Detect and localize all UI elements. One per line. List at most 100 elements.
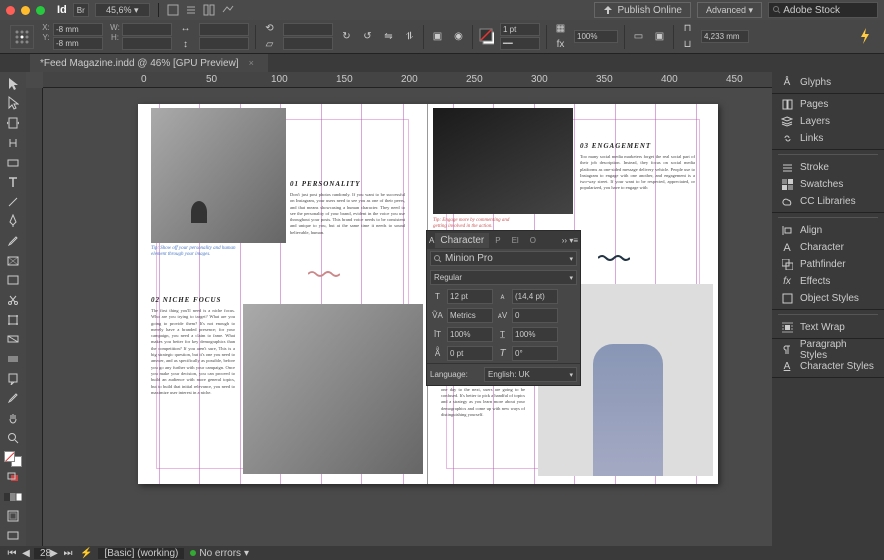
page-nav[interactable]: ⏮◀28▶⏭ — [6, 548, 74, 559]
panel-layers[interactable]: Layers — [772, 113, 884, 130]
hand-tool[interactable] — [2, 408, 24, 428]
fill-stroke-swatch[interactable] — [4, 451, 22, 467]
character-tab[interactable]: Character — [435, 233, 489, 248]
pen-tool[interactable] — [2, 212, 24, 232]
vertical-ruler[interactable] — [26, 88, 43, 546]
rotate-90-ccw[interactable]: ↺ — [360, 29, 375, 44]
horizontal-ruler[interactable]: 0 50 100 150 200 250 300 350 400 450 — [43, 72, 772, 88]
page-tool[interactable] — [2, 113, 24, 133]
image-road-bridge[interactable] — [243, 304, 423, 474]
close-tab-icon[interactable]: × — [249, 58, 254, 68]
panel-text-wrap[interactable]: Text Wrap — [772, 319, 884, 336]
gap-tool[interactable] — [2, 133, 24, 153]
panel-tab-o[interactable]: O — [525, 234, 541, 247]
apply-color-icon[interactable] — [2, 487, 24, 507]
arrange-icon[interactable] — [203, 4, 215, 16]
panel-cc-libraries[interactable]: CC Libraries — [772, 193, 884, 210]
h-field[interactable] — [122, 37, 172, 50]
rectangle-frame-tool[interactable] — [2, 251, 24, 271]
page-field[interactable]: 28 — [34, 548, 46, 559]
pasteboard[interactable]: Tip: Show off your personality and human… — [43, 88, 772, 546]
panel-effects[interactable]: fxEffects — [772, 273, 884, 290]
font-family-dropdown[interactable]: Minion Pro — [430, 251, 577, 266]
format-container-icon[interactable] — [2, 467, 24, 487]
view-mode-icon[interactable] — [167, 4, 179, 16]
y-field[interactable]: -8 mm — [53, 37, 103, 50]
effects-icon[interactable]: fx — [553, 37, 568, 52]
hscale-field[interactable]: 100% — [512, 327, 558, 342]
minimize-window[interactable] — [21, 6, 30, 15]
gradient-swatch-tool[interactable] — [2, 330, 24, 350]
rotate-field[interactable] — [283, 23, 333, 36]
preflight-status[interactable]: No errors▾ — [190, 548, 249, 559]
panel-pages[interactable]: Pages — [772, 96, 884, 113]
selection-tool[interactable] — [2, 74, 24, 94]
zoom-dropdown[interactable]: 45,6% ▾ — [95, 3, 150, 17]
corner-field[interactable]: 4,233 mm — [701, 30, 749, 43]
pencil-tool[interactable] — [2, 231, 24, 251]
heading-engagement[interactable]: 03 ENGAGEMENT — [580, 142, 651, 150]
panel-pathfinder[interactable]: Pathfinder — [772, 256, 884, 273]
rectangle-tool[interactable] — [2, 271, 24, 291]
shear-field[interactable] — [283, 37, 333, 50]
stroke-weight-field[interactable]: 1 pt — [500, 23, 540, 36]
document-canvas[interactable]: 0 50 100 150 200 250 300 350 400 450 Tip… — [26, 72, 772, 546]
shear-icon[interactable]: ▱ — [262, 37, 277, 52]
scale-y-icon[interactable]: ↕ — [178, 37, 193, 52]
x-field[interactable]: -8 mm — [53, 23, 103, 36]
flip-h-icon[interactable]: ⇋ — [381, 29, 396, 44]
panel-object-styles[interactable]: Object Styles — [772, 290, 884, 307]
panel-align[interactable]: Align — [772, 222, 884, 239]
image-hands-phone[interactable] — [433, 108, 573, 214]
document-tab[interactable]: *Feed Magazine.indd @ 46% [GPU Preview]× — [30, 54, 268, 72]
eyedropper-tool[interactable] — [2, 389, 24, 409]
body-niche[interactable]: The first thing you'll need is a niche f… — [151, 308, 235, 468]
font-style-dropdown[interactable]: Regular — [430, 270, 577, 285]
content-collector-tool[interactable] — [2, 153, 24, 173]
line-tool[interactable] — [2, 192, 24, 212]
heading-niche[interactable]: 02 NICHE FOCUS — [151, 296, 221, 304]
caption-engage[interactable]: Tip: Engage more by commenting and getti… — [433, 218, 518, 230]
panel-character-styles[interactable]: ACharacter Styles — [772, 358, 884, 375]
w-field[interactable] — [122, 23, 172, 36]
scissors-tool[interactable] — [2, 290, 24, 310]
free-transform-tool[interactable] — [2, 310, 24, 330]
panel-swatches[interactable]: Swatches — [772, 176, 884, 193]
scale-x-field[interactable] — [199, 23, 249, 36]
view-mode-normal[interactable] — [2, 507, 24, 527]
panel-links[interactable]: Links — [772, 130, 884, 147]
caption-text[interactable]: Tip: Show off your personality and human… — [151, 246, 236, 258]
maximize-window[interactable] — [36, 6, 45, 15]
heading-personality[interactable]: 01 PERSONALITY — [290, 180, 361, 188]
panel-character[interactable]: ACharacter — [772, 239, 884, 256]
rotate-90-cw[interactable]: ↻ — [339, 29, 354, 44]
character-panel[interactable]: A Character P El O ›› ▾≡ Minion Pro Regu… — [426, 230, 581, 386]
direct-selection-tool[interactable] — [2, 94, 24, 114]
baseline-field[interactable]: 0 pt — [447, 346, 493, 361]
gpu-icon[interactable] — [221, 4, 235, 16]
font-size-field[interactable]: 12 pt — [447, 289, 493, 304]
zoom-tool[interactable] — [2, 428, 24, 448]
opacity-field[interactable]: 100% — [574, 30, 618, 43]
reference-point[interactable] — [10, 25, 34, 49]
kerning-field[interactable]: Metrics — [447, 308, 493, 323]
vscale-field[interactable]: 100% — [447, 327, 493, 342]
panel-tab-p[interactable]: P — [490, 234, 505, 247]
publish-button[interactable]: Publish Online — [594, 2, 690, 18]
skew-field[interactable]: 0° — [512, 346, 558, 361]
stroke-fill-icon[interactable] — [479, 29, 494, 44]
body-engagement[interactable]: Too many social media marketers forget t… — [580, 154, 695, 212]
body-personality[interactable]: Don't just post photos randomly. If you … — [290, 192, 405, 236]
panel-glyphs[interactable]: ÅGlyphs — [772, 74, 884, 91]
scale-x-icon[interactable]: ↔ — [178, 21, 193, 36]
stroke-style-field[interactable]: ━━ — [500, 37, 540, 50]
flip-v-icon[interactable]: ⥮ — [402, 29, 417, 44]
type-tool[interactable] — [2, 172, 24, 192]
advanced-workspace[interactable]: Advanced ▾ — [697, 2, 762, 18]
tracking-field[interactable]: 0 — [512, 308, 558, 323]
panel-more-icon[interactable]: ›› ▾≡ — [562, 236, 578, 245]
adobe-stock-search[interactable]: Adobe Stock — [768, 2, 878, 18]
image-mountain-figure[interactable] — [151, 108, 286, 243]
view-options-icon[interactable] — [185, 4, 197, 16]
leading-field[interactable]: (14,4 pt) — [512, 289, 558, 304]
